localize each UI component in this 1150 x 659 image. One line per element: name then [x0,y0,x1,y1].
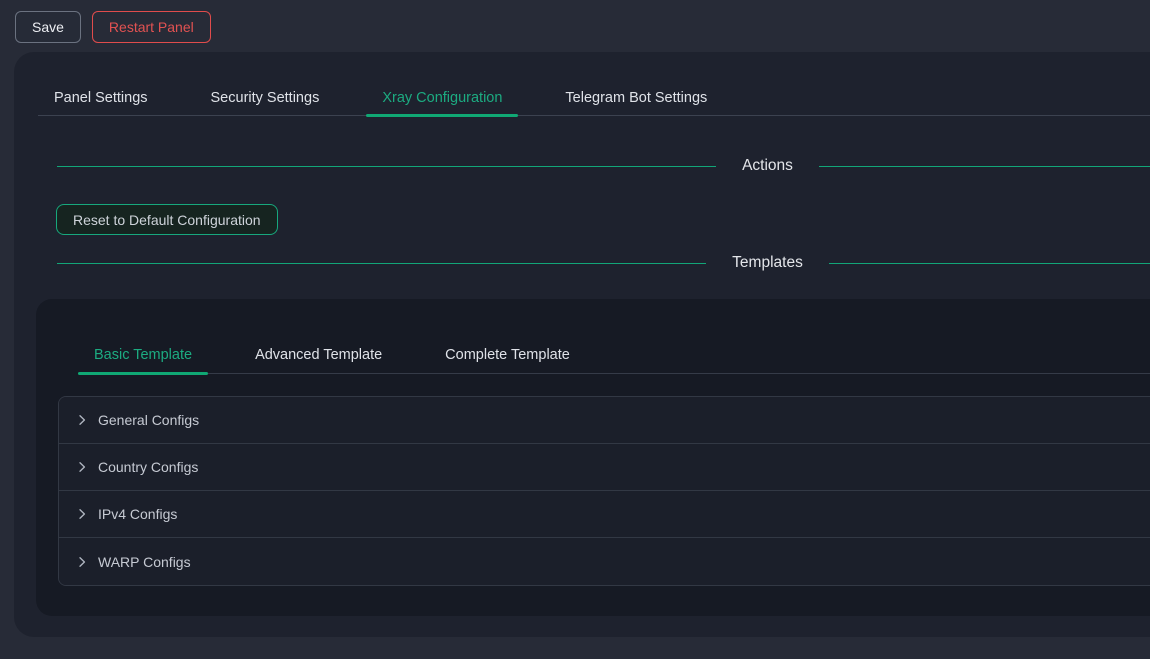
collapse-header-warp-configs[interactable]: WARP Configs [59,538,1150,585]
divider-line-left [57,166,716,167]
tab-advanced-template[interactable]: Advanced Template [239,335,398,373]
templates-divider-label: Templates [706,254,829,272]
actions-divider-label: Actions [716,157,819,175]
restart-panel-button[interactable]: Restart Panel [92,11,211,43]
divider-line-right [829,263,1150,264]
chevron-right-icon [76,556,88,568]
collapse-header-label: IPv4 Configs [98,506,177,522]
topbar: Save Restart Panel [15,11,211,43]
template-tabbar: Basic Template Advanced Template Complet… [78,299,1150,374]
tab-xray-configuration[interactable]: Xray Configuration [366,78,518,115]
active-tab-ink-bar [78,372,208,375]
chevron-right-icon [76,414,88,426]
collapse-header-label: Country Configs [98,459,198,475]
collapse-header-label: WARP Configs [98,554,191,570]
collapse-header-general-configs[interactable]: General Configs [59,397,1150,444]
divider-line-right [819,166,1150,167]
active-tab-ink-bar [366,114,518,117]
collapse-header-label: General Configs [98,412,199,428]
templates-divider: Templates [57,251,1150,275]
divider-line-left [57,263,706,264]
tab-basic-template[interactable]: Basic Template [78,335,208,373]
tab-complete-template[interactable]: Complete Template [429,335,586,373]
collapse-header-country-configs[interactable]: Country Configs [59,444,1150,491]
actions-divider: Actions [57,154,1150,178]
settings-card: Panel Settings Security Settings Xray Co… [14,52,1150,637]
tab-panel-settings[interactable]: Panel Settings [38,78,164,115]
reset-default-configuration-button[interactable]: Reset to Default Configuration [56,204,278,235]
page: Save Restart Panel Panel Settings Securi… [0,0,1150,659]
templates-card: Basic Template Advanced Template Complet… [36,299,1150,616]
tab-telegram-bot-settings[interactable]: Telegram Bot Settings [549,78,723,115]
tab-security-settings[interactable]: Security Settings [195,78,336,115]
main-tabbar: Panel Settings Security Settings Xray Co… [38,52,1150,116]
tab-basic-template-label: Basic Template [94,347,192,363]
chevron-right-icon [76,461,88,473]
chevron-right-icon [76,508,88,520]
configs-collapse-list: General Configs Country Configs IPv4 Con… [58,396,1150,586]
collapse-header-ipv4-configs[interactable]: IPv4 Configs [59,491,1150,538]
tab-xray-configuration-label: Xray Configuration [382,90,502,106]
save-button[interactable]: Save [15,11,81,43]
